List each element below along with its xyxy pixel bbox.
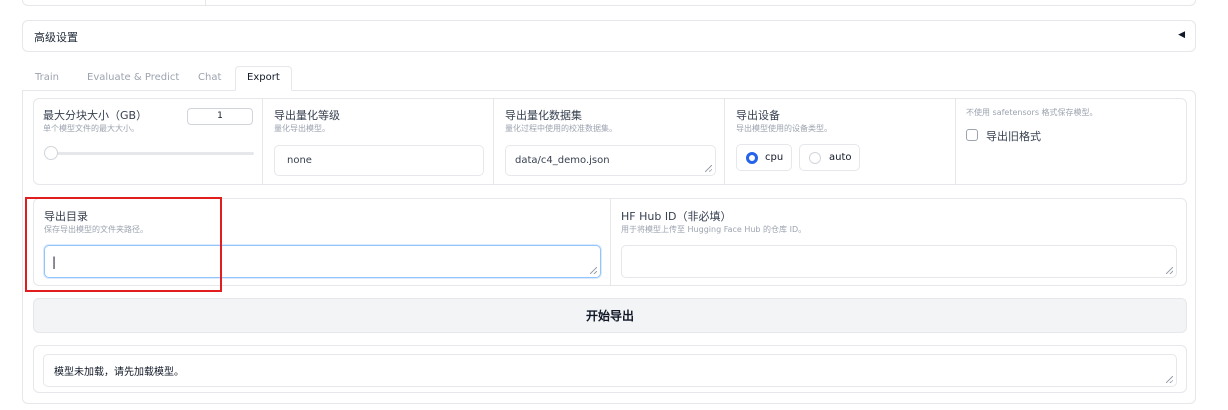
top-panel-divider	[205, 0, 206, 6]
quant-dataset-title: 导出量化数据集	[505, 109, 582, 122]
device-option-cpu-label: cpu	[765, 152, 784, 163]
info-output-textbox[interactable]: 模型未加载，请先加载模型。	[43, 354, 1177, 387]
export-device-block: 导出设备 导出模型使用的设备类型。 cpu auto	[725, 99, 956, 184]
quant-bit-dropdown[interactable]: none	[274, 145, 484, 176]
legacy-format-block: 不使用 safetensors 格式保存模型。 导出旧格式	[956, 99, 1187, 184]
max-shard-slider-track[interactable]	[44, 152, 254, 155]
legacy-format-label: 导出旧格式	[986, 130, 1041, 143]
resize-handle-icon[interactable]	[1166, 267, 1173, 274]
tab-evaluate-predict[interactable]: Evaluate & Predict	[87, 72, 179, 83]
legacy-format-checkbox[interactable]	[966, 129, 978, 141]
tab-export[interactable]: Export	[235, 66, 292, 91]
device-option-auto-label: auto	[829, 152, 852, 163]
resize-handle-icon[interactable]	[590, 267, 597, 274]
tab-bar: Train Evaluate & Predict Chat Export	[22, 66, 1196, 91]
start-export-label: 开始导出	[585, 309, 634, 323]
quant-dataset-block: 导出量化数据集 量化过程中使用的校准数据集。 data/c4_demo.json	[494, 99, 725, 184]
tab-train[interactable]: Train	[35, 72, 59, 83]
radio-checked-icon	[746, 152, 758, 164]
legacy-format-desc: 不使用 safetensors 格式保存模型。	[966, 108, 1098, 117]
radio-unchecked-icon	[809, 152, 821, 164]
quant-bit-desc: 量化导出模型。	[274, 124, 330, 133]
tab-chat[interactable]: Chat	[198, 72, 221, 83]
quant-dataset-value: data/c4_demo.json	[515, 155, 610, 166]
start-export-button[interactable]: 开始导出	[33, 298, 1187, 333]
max-shard-value: 1	[217, 111, 223, 121]
quant-bit-block: 导出量化等级 量化导出模型。 none	[263, 99, 494, 184]
max-shard-block: 最大分块大小（GB） 单个模型文件的最大大小。 1	[34, 99, 263, 184]
export-options-row: 最大分块大小（GB） 单个模型文件的最大大小。 1 导出量化等级 量化导出模型。…	[33, 98, 1187, 185]
top-panel	[22, 0, 1196, 6]
hub-id-textbox[interactable]	[621, 245, 1177, 278]
info-output-value: 模型未加载，请先加载模型。	[54, 367, 184, 378]
quant-dataset-desc: 量化过程中使用的校准数据集。	[505, 124, 617, 133]
quant-bit-title: 导出量化等级	[274, 109, 340, 122]
max-shard-title: 最大分块大小（GB）	[43, 109, 148, 122]
advanced-settings-label: 高级设置	[34, 31, 78, 44]
quant-dataset-textbox[interactable]: data/c4_demo.json	[505, 145, 716, 176]
hub-id-block: HF Hub ID（非必填） 用于将模型上传至 Hugging Face Hub…	[611, 199, 1187, 285]
hub-id-desc: 用于将模型上传至 Hugging Face Hub 的仓库 ID。	[621, 225, 807, 234]
max-shard-slider-thumb[interactable]	[44, 146, 58, 160]
export-device-title: 导出设备	[736, 109, 780, 122]
export-device-desc: 导出模型使用的设备类型。	[736, 124, 832, 133]
quant-bit-value: none	[287, 155, 312, 166]
device-option-cpu[interactable]: cpu	[736, 144, 792, 171]
max-shard-desc: 单个模型文件的最大大小。	[43, 124, 139, 133]
tab-export-label: Export	[247, 72, 280, 83]
device-option-auto[interactable]: auto	[799, 144, 860, 171]
hub-id-title: HF Hub ID（非必填）	[621, 210, 732, 223]
max-shard-number-input[interactable]: 1	[187, 108, 253, 125]
resize-handle-icon[interactable]	[705, 165, 712, 172]
info-output-panel: 模型未加载，请先加载模型。	[33, 345, 1187, 393]
advanced-settings-accordion[interactable]: 高级设置 ◀	[22, 20, 1196, 52]
collapse-triangle-icon[interactable]: ◀	[1178, 30, 1185, 40]
highlight-box	[25, 197, 222, 292]
resize-handle-icon[interactable]	[1166, 376, 1173, 383]
